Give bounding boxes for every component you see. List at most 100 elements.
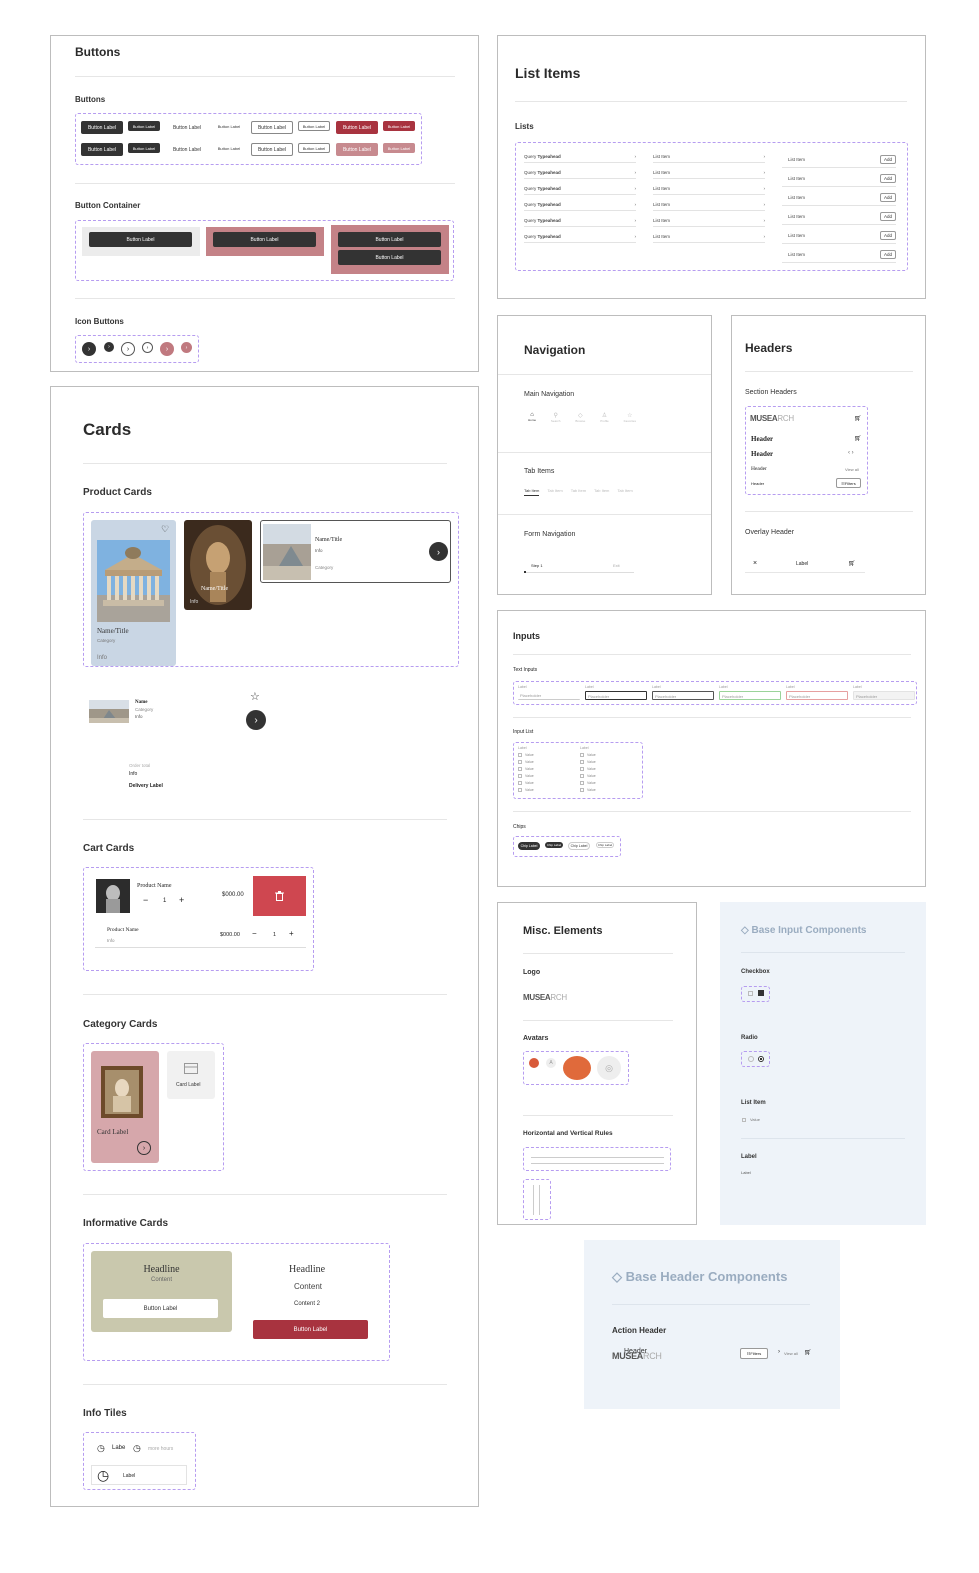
chevron-left-right-icon[interactable]: ‹ ›	[848, 450, 854, 456]
typeahead-row[interactable]: Query Typeahead ›	[524, 214, 636, 227]
chevron-right-icon[interactable]: ›	[142, 342, 153, 353]
quantity-value-2[interactable]: 1	[273, 932, 276, 938]
close-icon[interactable]: ×	[753, 560, 757, 567]
avatar[interactable]: A	[546, 1058, 556, 1068]
radio-unselected[interactable]	[748, 1056, 754, 1062]
input-list-item[interactable]: Value	[518, 788, 534, 793]
chevron-right-icon[interactable]: ›	[429, 542, 448, 561]
chevron-right-icon[interactable]: ›	[160, 342, 174, 356]
nav-item-favorites[interactable]: ☆ Favorites	[624, 412, 636, 426]
list-row[interactable]: List Item ›	[653, 230, 765, 243]
checkbox[interactable]	[518, 760, 522, 765]
checkbox[interactable]	[518, 788, 522, 793]
tab-item[interactable]: Tab Item	[547, 488, 562, 496]
button-red-small-disabled[interactable]: Button Label	[383, 143, 415, 153]
nav-item-home[interactable]: ⌂ Home	[528, 412, 536, 426]
avatar[interactable]	[529, 1058, 539, 1068]
chevron-right-icon[interactable]: ›	[246, 710, 266, 730]
add-button[interactable]: Add	[879, 211, 896, 221]
informative-red-button[interactable]: Button Label	[253, 1320, 368, 1339]
button-ghost-small-2[interactable]: Button Label	[213, 143, 245, 153]
minus-icon[interactable]: −	[252, 929, 257, 938]
plus-icon[interactable]: +	[179, 895, 184, 905]
form-exit-label[interactable]: Exit	[613, 563, 620, 568]
add-button[interactable]: Add	[879, 230, 896, 240]
container-button-1[interactable]: Button Label	[89, 232, 192, 247]
chip-small[interactable]: Chip Label	[596, 842, 614, 848]
input-list-item[interactable]: Value	[518, 774, 534, 779]
add-button[interactable]: Add	[879, 173, 896, 183]
typeahead-row[interactable]: Query Typeahead ›	[524, 166, 636, 179]
button-ghost-small[interactable]: Button Label	[213, 121, 245, 131]
button-red-disabled[interactable]: Button Label	[336, 143, 378, 156]
list-row[interactable]: List Item ›	[653, 150, 765, 163]
button-red-small[interactable]: Button Label	[383, 121, 415, 131]
list-row[interactable]: List Item ›	[653, 182, 765, 195]
button-outline-small[interactable]: Button Label	[298, 121, 330, 131]
button-red[interactable]: Button Label	[336, 121, 378, 134]
button-ghost[interactable]: Button Label	[166, 121, 208, 134]
add-button[interactable]: Add	[879, 192, 896, 202]
nav-item-profile[interactable]: ♙ Profile	[600, 412, 609, 426]
typeahead-row[interactable]: Query Typeahead ›	[524, 150, 636, 163]
add-button[interactable]: Add	[879, 154, 896, 164]
container-button-4[interactable]: Button Label	[338, 250, 441, 265]
input-list-item[interactable]: Value	[580, 760, 596, 765]
checkbox[interactable]	[518, 774, 522, 779]
checkbox[interactable]	[580, 774, 584, 779]
typeahead-row[interactable]: Query Typeahead ›	[524, 182, 636, 195]
avatar[interactable]	[563, 1056, 591, 1080]
button-ghost-2[interactable]: Button Label	[166, 143, 208, 156]
heart-icon[interactable]: ♡	[161, 524, 169, 535]
delete-button[interactable]	[253, 876, 306, 916]
chevron-right-icon[interactable]: ›	[181, 342, 192, 353]
button-outline[interactable]: Button Label	[251, 121, 293, 134]
button-outline-2[interactable]: Button Label	[251, 143, 293, 156]
minus-icon[interactable]: −	[143, 895, 148, 905]
form-step-label[interactable]: Step 1	[531, 563, 543, 568]
star-icon[interactable]: ☆	[250, 690, 260, 703]
tab-item[interactable]: Tab Item	[617, 488, 632, 496]
cart-icon[interactable]: 🛒︎	[854, 415, 862, 422]
view-all-link[interactable]: View all	[845, 467, 859, 472]
checkbox[interactable]	[580, 760, 584, 765]
text-input[interactable]: Placeholder	[719, 691, 781, 700]
plus-icon[interactable]: +	[289, 929, 294, 938]
category-card[interactable]: Card Label ›	[91, 1051, 159, 1163]
filters-button[interactable]: ☷ Filters	[740, 1348, 768, 1359]
chevron-right-icon[interactable]: ›	[104, 342, 114, 352]
chevron-right-icon[interactable]: ›	[121, 342, 135, 356]
chevron-right-icon[interactable]: ›	[778, 1349, 780, 1355]
input-list-item[interactable]: Value	[580, 788, 596, 793]
text-input[interactable]: Placeholder	[853, 691, 915, 700]
input-list-item[interactable]: Value	[580, 753, 596, 758]
input-list-item[interactable]: Value	[580, 781, 596, 786]
text-input[interactable]: Placeholder	[786, 691, 848, 700]
quantity-value[interactable]: 1	[163, 898, 166, 904]
button-primary[interactable]: Button Label	[81, 121, 123, 134]
input-list-item[interactable]: Value	[518, 760, 534, 765]
button-outline-small-2[interactable]: Button Label	[298, 143, 330, 153]
chip[interactable]: Chip Label	[568, 842, 590, 850]
list-row[interactable]: List Item ›	[653, 198, 765, 211]
chevron-right-icon[interactable]: ›	[137, 1141, 151, 1155]
checkbox[interactable]	[580, 753, 584, 758]
view-all-link[interactable]: View all	[784, 1351, 798, 1356]
input-list-item[interactable]: Value	[518, 753, 534, 758]
checkbox-checked[interactable]	[758, 990, 764, 996]
informative-card-button[interactable]: Button Label	[103, 1299, 218, 1318]
checkbox-unchecked[interactable]	[748, 991, 753, 996]
text-input[interactable]: Placeholder	[518, 691, 580, 700]
category-card-light[interactable]: Card Label	[167, 1051, 215, 1099]
text-input[interactable]: Placeholder	[652, 691, 714, 700]
button-primary-2[interactable]: Button Label	[81, 143, 123, 156]
list-row[interactable]: List Item ›	[653, 166, 765, 179]
product-card[interactable]: ♡ Name/Title Category Info	[91, 520, 176, 666]
input-list-item[interactable]: Value	[580, 767, 596, 772]
checkbox[interactable]	[580, 767, 584, 772]
nav-item-search[interactable]: ⚲ Search	[551, 412, 561, 426]
cart-icon[interactable]: 🛒︎	[848, 560, 856, 567]
radio-selected[interactable]	[758, 1056, 764, 1062]
button-primary-small-2[interactable]: Button Label	[128, 143, 160, 153]
chip-selected-small[interactable]: Chip Label	[545, 842, 563, 848]
